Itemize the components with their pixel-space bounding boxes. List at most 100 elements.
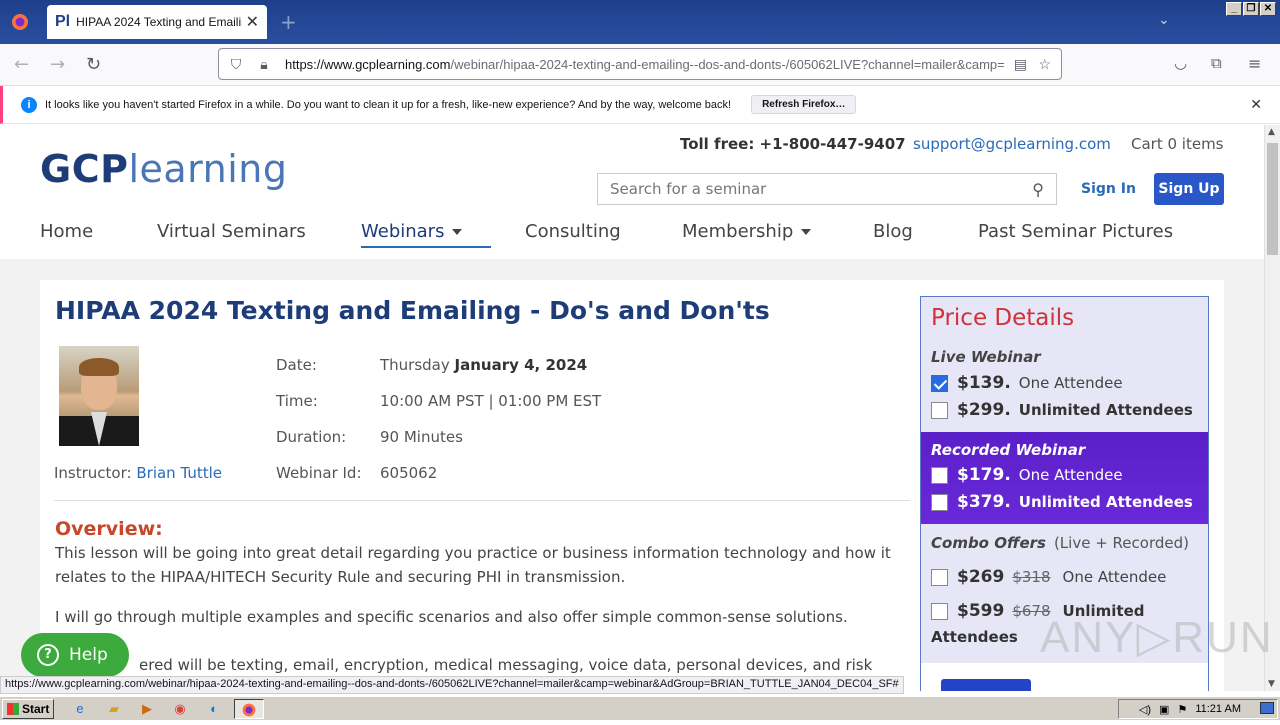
pocket-icon[interactable]: ◡ <box>1174 54 1187 72</box>
cart-link[interactable]: Cart 0 items <box>1131 135 1224 153</box>
menu-item-home[interactable]: Home <box>40 221 93 242</box>
date-value: Thursday January 4, 2024 <box>380 356 587 374</box>
menu-item-virtual-seminars[interactable]: Virtual Seminars <box>157 221 306 242</box>
scroll-thumb[interactable] <box>1267 143 1278 255</box>
combo-one-attendee-option[interactable]: $269 $318 One Attendee <box>931 567 1166 587</box>
firefox-menu-icon[interactable] <box>6 8 34 36</box>
tab-close-icon[interactable]: ✕ <box>246 12 259 32</box>
lock-icon[interactable]: 🔒︎ <box>253 56 275 73</box>
add-to-cart-button[interactable] <box>941 679 1031 691</box>
windows-logo-icon <box>7 703 19 715</box>
sign-up-button[interactable]: Sign Up <box>1154 173 1224 205</box>
overview-paragraph-2: I will go through multiple examples and … <box>55 608 848 626</box>
volume-icon[interactable]: ◁) <box>1139 703 1151 716</box>
live-unlimited-checkbox[interactable] <box>931 401 948 419</box>
option-desc: One Attendee <box>1062 568 1167 586</box>
list-all-tabs-icon[interactable]: ⌄ <box>1158 12 1170 28</box>
minimize-icon[interactable]: _ <box>1226 2 1242 16</box>
option-desc-cont: Attendees <box>931 628 1018 646</box>
url-bar[interactable]: ⛉ 🔒︎ https://www.gcplearning.com/webinar… <box>218 48 1062 80</box>
sign-in-link[interactable]: Sign In <box>1081 181 1136 197</box>
url-text[interactable]: https://www.gcplearning.com/webinar/hipa… <box>285 57 1005 72</box>
support-email-link[interactable]: support@gcplearning.com <box>913 135 1111 153</box>
chevron-down-icon <box>801 229 812 235</box>
duration-value: 90 Minutes <box>380 428 463 446</box>
shield-icon[interactable]: ⛉ <box>225 56 247 73</box>
help-button[interactable]: ? Help <box>21 633 129 677</box>
window-controls: _ ❐ ✕ <box>1226 2 1276 16</box>
combo-offers-label: Combo Offers (Live + Recorded) <box>931 534 1189 552</box>
edge-icon[interactable]: ◐ <box>204 700 224 718</box>
media-player-icon[interactable]: ▶ <box>137 700 157 718</box>
instructor-link[interactable]: Brian Tuttle <box>136 464 222 482</box>
price-panel-footer <box>921 663 1208 691</box>
main-menu: Home Virtual Seminars Webinars Consultin… <box>0 221 1264 255</box>
site-logo[interactable]: GCPlearning <box>40 147 287 191</box>
start-button[interactable]: Start <box>2 699 54 719</box>
live-unlimited-option[interactable]: $299. Unlimited Attendees <box>931 400 1193 420</box>
recorded-one-attendee-option[interactable]: $179. One Attendee <box>931 465 1123 485</box>
option-price: $599 <box>957 601 1005 621</box>
extensions-icon[interactable]: ⧉ <box>1211 54 1222 72</box>
menu-item-membership[interactable]: Membership <box>682 221 812 242</box>
live-one-attendee-checkbox[interactable] <box>931 374 948 392</box>
url-path: /webinar/hipaa-2024-texting-and-emailing… <box>450 56 1005 72</box>
tab-active[interactable]: Pl HIPAA 2024 Texting and Emailing ✕ <box>47 5 267 39</box>
tab-favicon-icon: Pl <box>55 13 71 30</box>
info-icon: i <box>21 96 37 113</box>
firefox-task-button[interactable] <box>234 699 264 719</box>
instructor-label: Instructor: <box>54 464 132 482</box>
back-icon[interactable]: ← <box>14 54 29 75</box>
notification-close-icon[interactable]: ✕ <box>1250 96 1262 113</box>
option-price: $379. <box>957 492 1011 512</box>
ie-icon[interactable]: e <box>70 700 90 718</box>
option-price: $269 <box>957 567 1005 587</box>
combo-unlimited-checkbox[interactable] <box>931 602 948 620</box>
action-center-flag-icon[interactable]: ⚑ <box>1177 703 1187 716</box>
browser-navbar: ← → ↻ ⛉ 🔒︎ https://www.gcplearning.com/w… <box>0 44 1280 86</box>
show-desktop-icon[interactable] <box>1260 702 1274 714</box>
live-webinar-label: Live Webinar <box>931 348 1041 366</box>
close-window-icon[interactable]: ✕ <box>1260 2 1276 16</box>
page-scrollbar[interactable]: ▲ ▼ <box>1264 125 1280 691</box>
menu-item-blog[interactable]: Blog <box>873 221 913 242</box>
recorded-webinar-section: Recorded Webinar $179. One Attendee $379… <box>921 432 1208 524</box>
search-placeholder: Search for a seminar <box>610 180 767 198</box>
search-icon[interactable]: ⚲ <box>1032 180 1044 199</box>
folder-icon[interactable]: ▰ <box>104 700 124 718</box>
option-price: $139. <box>957 373 1011 393</box>
watermark-logo: ANY▷RUN <box>1040 613 1274 662</box>
reader-view-icon[interactable]: ▤ <box>1014 56 1027 73</box>
scroll-down-icon[interactable]: ▼ <box>1268 679 1275 689</box>
recorded-unlimited-checkbox[interactable] <box>931 493 948 511</box>
recorded-one-attendee-checkbox[interactable] <box>931 466 948 484</box>
app-menu-icon[interactable]: ≡ <box>1248 54 1261 73</box>
new-tab-icon[interactable]: + <box>280 10 297 34</box>
network-icon[interactable]: ▣ <box>1159 703 1169 716</box>
forward-icon[interactable]: → <box>50 54 65 75</box>
webinar-id-label: Webinar Id: <box>276 464 362 482</box>
time-value: 10:00 AM PST | 01:00 PM EST <box>380 392 602 410</box>
menu-item-past-seminar-pictures[interactable]: Past Seminar Pictures <box>978 221 1173 242</box>
recorded-unlimited-option[interactable]: $379. Unlimited Attendees <box>931 492 1193 512</box>
search-input[interactable]: Search for a seminar ⚲ <box>597 173 1057 205</box>
clock: 11:21 AM <box>1195 703 1241 715</box>
refresh-firefox-button[interactable]: Refresh Firefox… <box>751 95 857 114</box>
chrome-icon[interactable]: ◉ <box>170 700 190 718</box>
page-content: GCPlearning Toll free: +1-800-447-9407 s… <box>0 125 1264 691</box>
option-desc: One Attendee <box>1018 466 1123 484</box>
reload-icon[interactable]: ↻ <box>86 54 101 75</box>
combo-sub-label: (Live + Recorded) <box>1053 534 1189 552</box>
duration-label: Duration: <box>276 428 347 446</box>
scroll-up-icon[interactable]: ▲ <box>1268 127 1275 137</box>
combo-one-attendee-checkbox[interactable] <box>931 568 948 586</box>
restore-icon[interactable]: ❐ <box>1243 2 1259 16</box>
toll-free-number: Toll free: +1-800-447-9407 <box>680 135 906 153</box>
page-title: HIPAA 2024 Texting and Emailing - Do's a… <box>55 296 770 325</box>
url-domain: https://www.gcplearning.com <box>285 56 451 72</box>
browser-tabbar: Pl HIPAA 2024 Texting and Emailing ✕ + ⌄… <box>0 0 1280 44</box>
menu-item-consulting[interactable]: Consulting <box>525 221 621 242</box>
bookmark-star-icon[interactable]: ☆ <box>1038 56 1051 73</box>
live-one-attendee-option[interactable]: $139. One Attendee <box>931 373 1123 393</box>
menu-item-webinars[interactable]: Webinars <box>361 221 491 248</box>
